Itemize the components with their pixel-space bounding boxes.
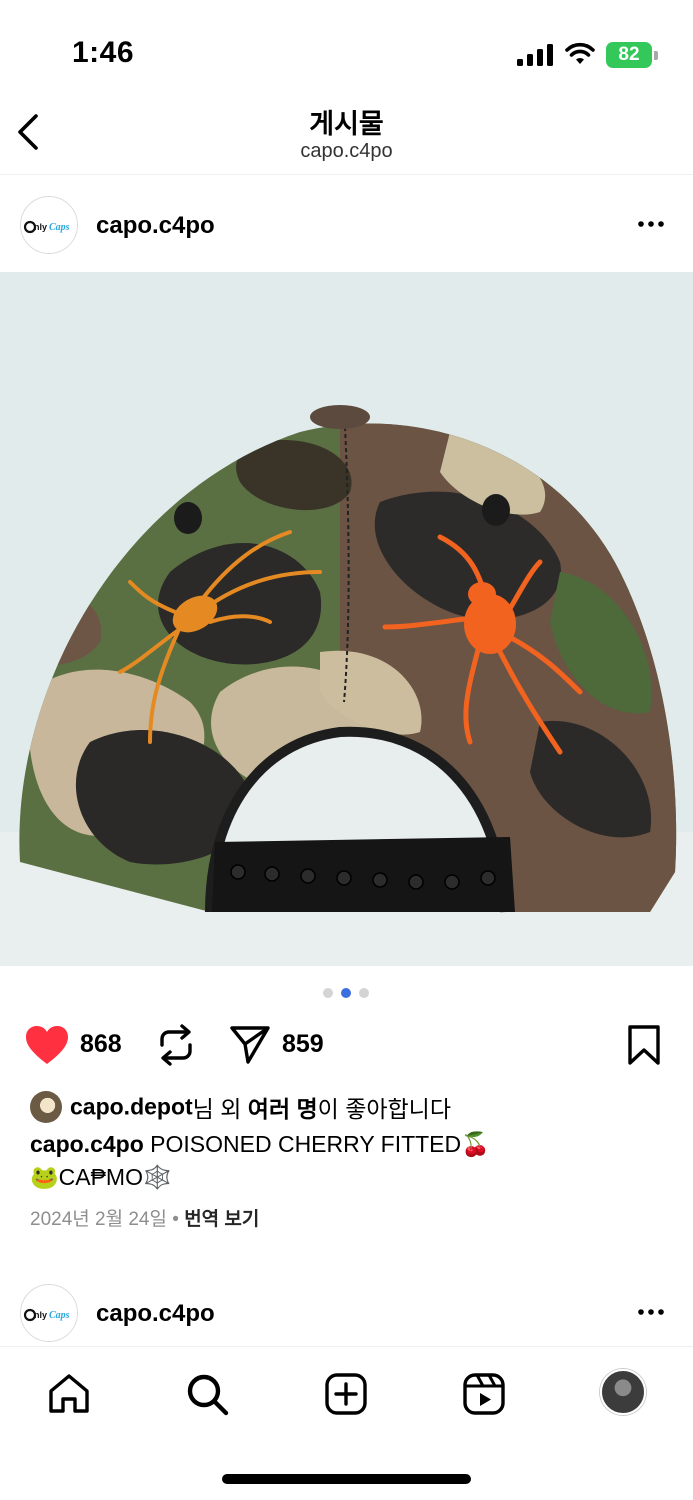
avatar[interactable]: nly Caps xyxy=(20,196,78,254)
profile-avatar[interactable] xyxy=(600,1369,646,1415)
avatar[interactable]: nly Caps xyxy=(20,1284,78,1342)
meta-separator: • xyxy=(166,1209,185,1230)
liked-by-text-2: 이 좋아합니다 xyxy=(317,1096,452,1122)
tab-bar xyxy=(0,1347,693,1447)
carousel-dot xyxy=(359,988,369,998)
svg-text:nly: nly xyxy=(34,222,47,232)
home-indicator[interactable] xyxy=(222,1474,471,1484)
more-options-icon[interactable] xyxy=(634,214,668,234)
caption-line-1: POISONED CHERRY FITTED🍒 xyxy=(143,1131,490,1157)
search-icon[interactable] xyxy=(184,1371,230,1417)
share-send-icon[interactable] xyxy=(228,1024,272,1066)
onlycaps-logo: nly Caps xyxy=(21,1285,77,1341)
like-count[interactable]: 868 xyxy=(80,1030,122,1059)
divider xyxy=(0,174,693,175)
svg-text:Caps: Caps xyxy=(49,222,70,233)
post-photo[interactable] xyxy=(0,272,693,966)
post-username[interactable]: capo.c4po xyxy=(96,212,215,240)
create-icon[interactable] xyxy=(323,1371,369,1417)
more-options-icon[interactable] xyxy=(634,1302,668,1322)
bookmark-icon[interactable] xyxy=(626,1024,662,1066)
carousel-dot-active xyxy=(341,988,351,998)
liked-by-text: 님 외 xyxy=(192,1096,248,1122)
battery-level: 82 xyxy=(606,42,652,68)
caption-username[interactable]: capo.c4po xyxy=(30,1131,144,1157)
post-actions: 868 859 xyxy=(0,1016,693,1074)
svg-text:nly: nly xyxy=(34,1310,47,1320)
page-subtitle[interactable]: capo.c4po xyxy=(0,140,693,163)
caption-line-2: 🐸CA₱MO🕸️ xyxy=(30,1164,172,1190)
post-header: nly Caps capo.c4po xyxy=(0,176,693,272)
liked-by[interactable]: capo.depot님 외 여러 명이 좋아합니다 xyxy=(30,1090,451,1124)
camo-cap-photo xyxy=(0,272,693,966)
cellular-signal-icon xyxy=(517,44,553,66)
page-title: 게시물 xyxy=(309,109,384,139)
reels-icon[interactable] xyxy=(461,1371,507,1417)
liked-by-others[interactable]: 여러 명 xyxy=(248,1096,318,1122)
svg-text:Caps: Caps xyxy=(49,1310,70,1321)
battery-cap xyxy=(654,51,658,60)
post-caption: capo.c4po POISONED CHERRY FITTED🍒 🐸CA₱MO… xyxy=(30,1128,670,1194)
liker-username[interactable]: capo.depot xyxy=(70,1094,193,1120)
status-time: 1:46 xyxy=(72,36,135,69)
nav-header: 게시물 capo.c4po xyxy=(0,92,693,174)
repost-icon[interactable] xyxy=(156,1023,196,1067)
translate-link[interactable]: 번역 보기 xyxy=(184,1209,259,1230)
status-bar: 1:46 82 xyxy=(0,0,693,100)
carousel-indicator xyxy=(323,988,371,1000)
wifi-icon xyxy=(565,42,595,64)
battery-icon: 82 xyxy=(606,42,658,68)
home-icon[interactable] xyxy=(46,1371,92,1417)
post-date: 2024년 2월 24일 xyxy=(30,1209,167,1230)
liker-avatar[interactable] xyxy=(30,1091,62,1123)
post-meta: 2024년 2월 24일 • 번역 보기 xyxy=(30,1204,259,1231)
carousel-dot xyxy=(323,988,333,998)
heart-icon[interactable] xyxy=(24,1024,70,1066)
post-username[interactable]: capo.c4po xyxy=(96,1300,215,1328)
onlycaps-logo: nly Caps xyxy=(21,197,77,253)
share-count[interactable]: 859 xyxy=(282,1030,324,1059)
